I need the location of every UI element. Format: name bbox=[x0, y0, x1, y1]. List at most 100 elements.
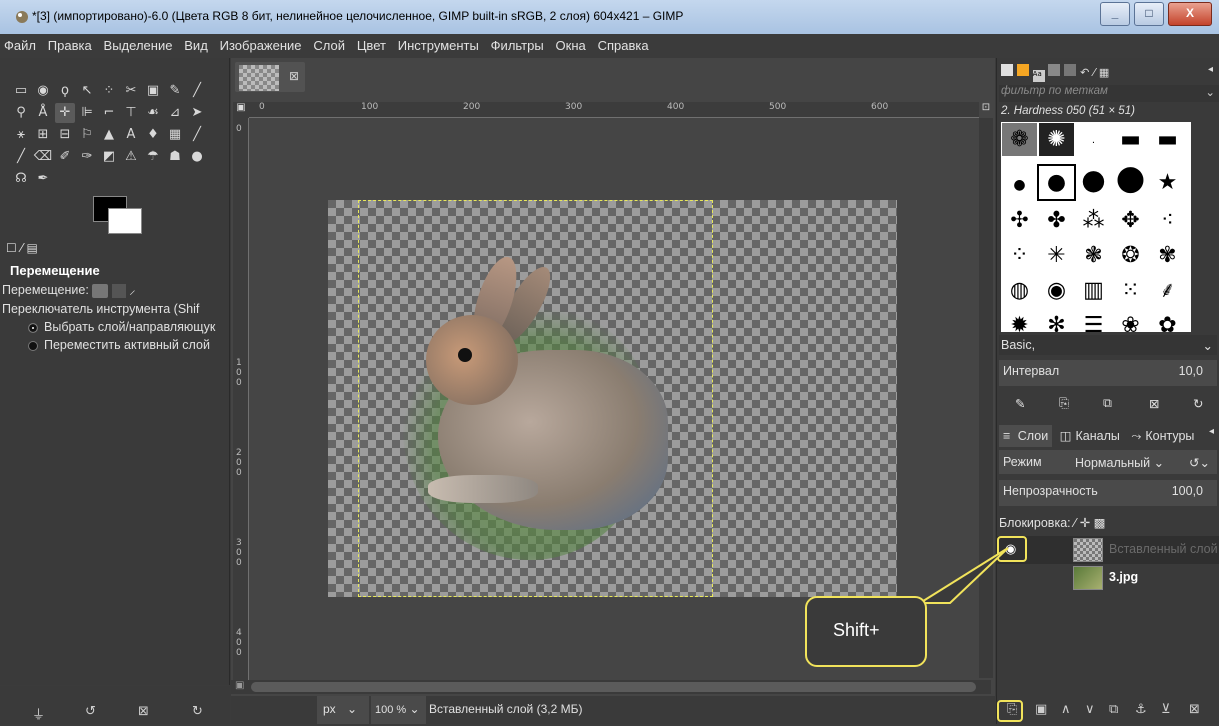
align-icon[interactable]: ⊫ bbox=[77, 103, 97, 123]
brush-item[interactable]: ⁘ bbox=[1002, 239, 1037, 272]
brush-item[interactable]: ❃ bbox=[1076, 239, 1111, 272]
layer-composite-icon[interactable]: ↺⌄ bbox=[1189, 455, 1210, 470]
brush-item[interactable]: ◍ bbox=[1002, 274, 1037, 307]
brush-item[interactable]: ● bbox=[1113, 161, 1148, 195]
brush-item[interactable]: ✣ bbox=[1002, 204, 1037, 237]
brushes-tab-icon[interactable] bbox=[1001, 64, 1013, 76]
horizontal-scrollbar[interactable]: ▣ bbox=[231, 680, 991, 694]
menu-select[interactable]: Выделение bbox=[100, 34, 177, 57]
lasso-icon[interactable]: ϙ bbox=[55, 81, 75, 101]
raise-layer-icon[interactable]: ∧ bbox=[1061, 702, 1071, 717]
palettes-tab-icon[interactable] bbox=[1064, 64, 1077, 76]
flip-layer-icon[interactable]: ⚐ bbox=[77, 125, 97, 145]
heal-icon[interactable]: ⚠ bbox=[121, 147, 141, 167]
perspective-icon[interactable]: ⊟ bbox=[55, 125, 75, 145]
brush-item[interactable]: ⸙ bbox=[1150, 274, 1185, 307]
rect-select-icon[interactable]: ▭ bbox=[11, 81, 31, 101]
history-tab-icon[interactable]: ↶ bbox=[1080, 66, 1089, 79]
airbrush-icon[interactable]: ✐ bbox=[55, 147, 75, 167]
ink-icon[interactable]: ✑ bbox=[77, 147, 97, 167]
zoom-icon[interactable]: ⚲ bbox=[11, 103, 31, 123]
dodge-icon[interactable]: ☗ bbox=[165, 147, 185, 167]
vertical-ruler[interactable]: 0 1 0 0 2 0 0 3 0 0 4 0 0 5 bbox=[233, 118, 249, 726]
image-canvas[interactable] bbox=[328, 200, 897, 597]
menu-tools[interactable]: Инструменты bbox=[394, 34, 483, 57]
layer-opacity-spinner[interactable]: Непрозрачность 100,0 bbox=[999, 480, 1217, 506]
unified-transform-icon[interactable]: ⊤ bbox=[121, 103, 141, 123]
layer-row[interactable]: 3.jpg bbox=[997, 564, 1219, 592]
reset-options-icon[interactable]: ↻ bbox=[192, 704, 203, 719]
edit-brush-icon[interactable]: ✎ bbox=[1015, 396, 1025, 411]
brush-item[interactable]: ▬ bbox=[1113, 123, 1148, 156]
dock-menu-icon[interactable]: ◂ bbox=[1208, 64, 1213, 75]
menu-edit[interactable]: Правка bbox=[44, 34, 96, 57]
bucket-icon[interactable]: ▲ bbox=[99, 125, 119, 145]
menu-color[interactable]: Цвет bbox=[353, 34, 390, 57]
anchor-layer-icon[interactable]: ⚓ bbox=[1135, 702, 1147, 717]
brush-item[interactable]: ✹ bbox=[1002, 309, 1037, 332]
brush-item[interactable]: ✥ bbox=[1113, 204, 1148, 237]
patterns-tab-icon[interactable] bbox=[1016, 64, 1029, 76]
restore-options-icon[interactable]: ↺ bbox=[85, 704, 96, 719]
crop-icon[interactable]: ⌐ bbox=[99, 103, 119, 123]
delete-options-icon[interactable]: ⊠ bbox=[138, 704, 149, 719]
unit-select[interactable]: px ⌄ bbox=[317, 696, 369, 724]
quick-mask-icon[interactable]: ▣ bbox=[235, 680, 244, 691]
duplicate-brush-icon[interactable]: ⧉ bbox=[1103, 396, 1112, 411]
refresh-brushes-icon[interactable]: ↻ bbox=[1193, 396, 1203, 411]
delete-brush-icon[interactable]: ⊠ bbox=[1149, 396, 1159, 411]
pencil-icon[interactable]: ╱ bbox=[187, 125, 207, 145]
ruler-corner[interactable]: ▣ bbox=[233, 102, 249, 118]
menu-layer[interactable]: Слой bbox=[309, 34, 349, 57]
maximize-button[interactable]: □ bbox=[1134, 2, 1164, 26]
layer-mode-select[interactable]: Нормальный ⌄ bbox=[1075, 455, 1164, 470]
move-path-icon[interactable]: ⸝ bbox=[129, 283, 135, 297]
eyedropper-icon[interactable]: ✒ bbox=[33, 169, 53, 189]
move-selection-icon[interactable] bbox=[111, 283, 126, 298]
brush-item[interactable]: ✿ bbox=[1150, 309, 1185, 332]
brush-item[interactable]: ● bbox=[1037, 164, 1076, 201]
menu-view[interactable]: Вид bbox=[180, 34, 212, 57]
zoom-select[interactable]: 100 % ⌄ bbox=[371, 696, 426, 724]
lock-alpha-icon[interactable]: ▩ bbox=[1094, 516, 1106, 530]
brush-item[interactable]: ✳ bbox=[1039, 239, 1074, 272]
shear-icon[interactable]: ⊿ bbox=[165, 103, 185, 123]
brush-spacing-spinner[interactable]: Интервал 10,0 bbox=[999, 360, 1217, 386]
brush-item[interactable]: ⁙ bbox=[1113, 274, 1148, 307]
navigate-icon[interactable]: ⊡ bbox=[979, 102, 993, 118]
menu-filters[interactable]: Фильтры bbox=[487, 34, 548, 57]
background-color[interactable] bbox=[108, 208, 142, 234]
delete-layer-icon[interactable]: ⊠ bbox=[1189, 702, 1200, 717]
brush-item[interactable]: ✤ bbox=[1039, 204, 1074, 237]
pick-layer-radio[interactable] bbox=[28, 322, 38, 333]
layers-dock-menu-icon[interactable]: ◂ bbox=[1209, 426, 1214, 437]
transform-icon[interactable]: ⊞ bbox=[33, 125, 53, 145]
brush-item[interactable]: ⁖ bbox=[1150, 204, 1185, 237]
brush-item[interactable]: ● bbox=[1076, 163, 1111, 196]
lock-pixels-icon[interactable]: ⁄ bbox=[1074, 516, 1076, 530]
eraser-icon[interactable]: ⌫ bbox=[33, 147, 53, 167]
move-active-layer-radio[interactable] bbox=[28, 340, 38, 351]
cage-icon[interactable]: ⚹ bbox=[11, 125, 31, 145]
duplicate-layer-icon[interactable]: ⧉ bbox=[1109, 702, 1118, 717]
menu-windows[interactable]: Окна bbox=[552, 34, 590, 57]
brush-icon[interactable]: ╱ bbox=[11, 147, 31, 167]
brush-item[interactable]: ⁂ bbox=[1076, 204, 1111, 237]
text-icon[interactable]: A bbox=[121, 125, 141, 145]
image-tab[interactable]: ⊠ bbox=[235, 62, 305, 92]
brush-preset-select[interactable]: Basic, ⌄ bbox=[999, 335, 1217, 355]
clone-icon[interactable]: ◩ bbox=[99, 147, 119, 167]
minimize-button[interactable]: _ bbox=[1100, 2, 1130, 26]
merge-layer-icon[interactable]: ⊻ bbox=[1161, 702, 1171, 717]
brush-item[interactable]: ❂ bbox=[1113, 239, 1148, 272]
tab-layers[interactable]: ≡ Слои bbox=[999, 425, 1053, 447]
brush-item[interactable]: ● bbox=[1002, 169, 1037, 202]
new-brush-icon[interactable]: ⎘ bbox=[1059, 396, 1069, 411]
fonts-tab-icon[interactable]: Aa bbox=[1032, 70, 1045, 82]
flip-icon[interactable]: ➤ bbox=[187, 103, 207, 123]
images-tab-icon[interactable]: ▦ bbox=[1099, 66, 1109, 79]
close-button[interactable]: X bbox=[1168, 2, 1212, 26]
brush-item[interactable]: ✻ bbox=[1039, 309, 1074, 332]
brush-tag-filter[interactable]: фильтр по меткам ⌄ bbox=[999, 85, 1219, 102]
horizontal-ruler[interactable]: 0 100 200 300 400 500 600 bbox=[249, 102, 979, 118]
